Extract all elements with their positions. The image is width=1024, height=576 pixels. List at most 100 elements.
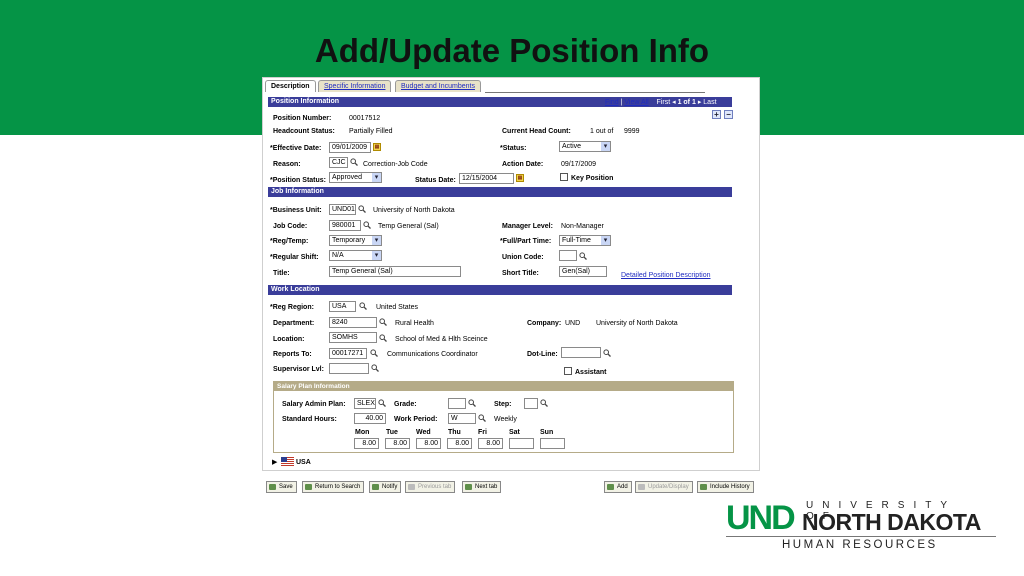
- expand-arrow-icon[interactable]: ▶: [272, 458, 277, 467]
- notify-button[interactable]: Notify: [369, 481, 402, 493]
- key-position-label: Key Position: [571, 175, 614, 182]
- magnifier-icon[interactable]: [468, 399, 476, 407]
- find-link[interactable]: Find: [605, 99, 619, 106]
- manager-level-label: Manager Level:: [502, 223, 553, 230]
- magnifier-icon[interactable]: [579, 252, 587, 260]
- current-head-count-value: 1 out of: [590, 128, 614, 135]
- save-button[interactable]: Save: [266, 481, 297, 493]
- scroll-nav: Find | View All First ◂ 1 of 1 ▸ Last: [605, 99, 717, 106]
- business-unit-field[interactable]: UND01: [329, 204, 356, 215]
- day-hours-mon[interactable]: 8.00: [354, 438, 379, 449]
- magnifier-icon[interactable]: [540, 399, 548, 407]
- location-field[interactable]: SOMHS: [329, 332, 377, 343]
- reg-region-field[interactable]: USA: [329, 301, 356, 312]
- logo-divider: [726, 536, 996, 537]
- day-label-sat: Sat: [509, 429, 520, 436]
- position-number-label: Position Number:: [273, 115, 332, 122]
- headcount-status-label: Headcount Status:: [273, 128, 335, 135]
- reg-region-label: *Reg Region:: [270, 304, 314, 311]
- reports-to-description: Communications Coordinator: [387, 351, 478, 358]
- magnifier-icon[interactable]: [378, 399, 386, 407]
- tab-divider: [485, 92, 705, 93]
- last-link[interactable]: Last: [703, 99, 716, 106]
- day-hours-wed[interactable]: 8.00: [416, 438, 441, 449]
- day-hours-sat[interactable]: [509, 438, 534, 449]
- location-description: School of Med & Hlth Sceince: [395, 336, 488, 343]
- magnifier-icon[interactable]: [370, 349, 378, 357]
- standard-hours-field[interactable]: 40.00: [354, 413, 386, 424]
- return-icon: [305, 484, 312, 490]
- job-code-label: Job Code:: [273, 223, 308, 230]
- next-arrow-icon[interactable]: ▸: [698, 99, 702, 106]
- reports-to-label: Reports To:: [273, 351, 312, 358]
- assistant-checkbox[interactable]: [564, 367, 572, 375]
- short-title-field[interactable]: Gen(Sal): [559, 266, 607, 277]
- title-field[interactable]: Temp General (Sal): [329, 266, 461, 277]
- minus-icon[interactable]: −: [724, 110, 733, 119]
- add-button[interactable]: Add: [604, 481, 632, 493]
- company-code: UND: [565, 320, 581, 327]
- reason-field[interactable]: CJC: [329, 157, 348, 168]
- step-field[interactable]: [524, 398, 538, 409]
- view-all-link[interactable]: View All: [624, 99, 648, 106]
- reg-temp-select[interactable]: Temporary: [329, 235, 382, 246]
- job-code-field[interactable]: 980001: [329, 220, 361, 231]
- dot-line-field[interactable]: [561, 347, 601, 358]
- department-field[interactable]: 8240: [329, 317, 377, 328]
- previous-tab-button[interactable]: Previous tab: [405, 481, 456, 493]
- logo-north-dakota: NORTH DAKOTA: [802, 509, 981, 535]
- und-logo: UND UNIVERSITY OF NORTH DAKOTA HUMAN RES…: [726, 497, 996, 555]
- update-display-button[interactable]: Update/Display: [635, 481, 693, 493]
- first-link[interactable]: First: [657, 99, 671, 106]
- union-code-field[interactable]: [559, 250, 577, 261]
- magnifier-icon[interactable]: [478, 414, 486, 422]
- magnifier-icon[interactable]: [350, 158, 358, 166]
- calendar-icon[interactable]: ▦: [516, 174, 524, 182]
- day-hours-thu[interactable]: 8.00: [447, 438, 472, 449]
- calendar-icon[interactable]: ▦: [373, 143, 381, 151]
- work-period-field[interactable]: W: [448, 413, 476, 424]
- prev-arrow-icon[interactable]: ◂: [672, 99, 676, 106]
- reason-description: Correction-Job Code: [363, 161, 428, 168]
- reg-region-description: United States: [376, 304, 419, 311]
- day-hours-sun[interactable]: [540, 438, 565, 449]
- include-history-button[interactable]: Include History: [697, 481, 754, 493]
- regular-shift-select[interactable]: N/A: [329, 250, 382, 261]
- magnifier-icon[interactable]: [379, 334, 387, 342]
- salary-plan-panel: Salary Plan Information Salary Admin Pla…: [273, 381, 734, 453]
- job-code-description: Temp General (Sal): [378, 223, 439, 230]
- section-header-work-location: Work Location: [268, 285, 732, 295]
- status-date-field[interactable]: 12/15/2004: [459, 173, 514, 184]
- status-select[interactable]: Active: [559, 141, 611, 152]
- magnifier-icon[interactable]: [379, 318, 387, 326]
- magnifier-icon[interactable]: [358, 205, 366, 213]
- reports-to-field[interactable]: 00017271: [329, 348, 367, 359]
- day-hours-fri[interactable]: 8.00: [478, 438, 503, 449]
- full-part-time-select[interactable]: Full-Time: [559, 235, 611, 246]
- magnifier-icon[interactable]: [363, 221, 371, 229]
- department-description: Rural Health: [395, 320, 434, 327]
- key-position-checkbox[interactable]: [560, 173, 568, 181]
- magnifier-icon[interactable]: [371, 364, 379, 372]
- position-status-select[interactable]: Approved: [329, 172, 382, 183]
- day-hours-tue[interactable]: 8.00: [385, 438, 410, 449]
- tab-budget-incumbents[interactable]: Budget and Incumbents: [395, 80, 481, 92]
- effective-date-field[interactable]: 09/01/2009: [329, 142, 371, 153]
- next-tab-button[interactable]: Next tab: [462, 481, 502, 493]
- salary-admin-plan-field[interactable]: SLEX: [354, 398, 376, 409]
- current-head-count-label: Current Head Count:: [502, 128, 571, 135]
- step-label: Step:: [494, 401, 512, 408]
- plus-icon[interactable]: +: [712, 110, 721, 119]
- return-to-search-button[interactable]: Return to Search: [302, 481, 365, 493]
- supervisor-level-field[interactable]: [329, 363, 369, 374]
- reg-temp-label: *Reg/Temp:: [270, 238, 309, 245]
- tab-specific-information[interactable]: Specific Information: [318, 80, 392, 92]
- tab-description[interactable]: Description: [265, 80, 316, 92]
- magnifier-icon[interactable]: [603, 349, 611, 357]
- full-part-time-label: *Full/Part Time:: [500, 238, 552, 245]
- detailed-position-link[interactable]: Detailed Position Description: [621, 271, 711, 280]
- grade-field[interactable]: [448, 398, 466, 409]
- previous-tab-icon: [408, 484, 415, 490]
- action-date-value: 09/17/2009: [561, 161, 597, 168]
- magnifier-icon[interactable]: [359, 302, 367, 310]
